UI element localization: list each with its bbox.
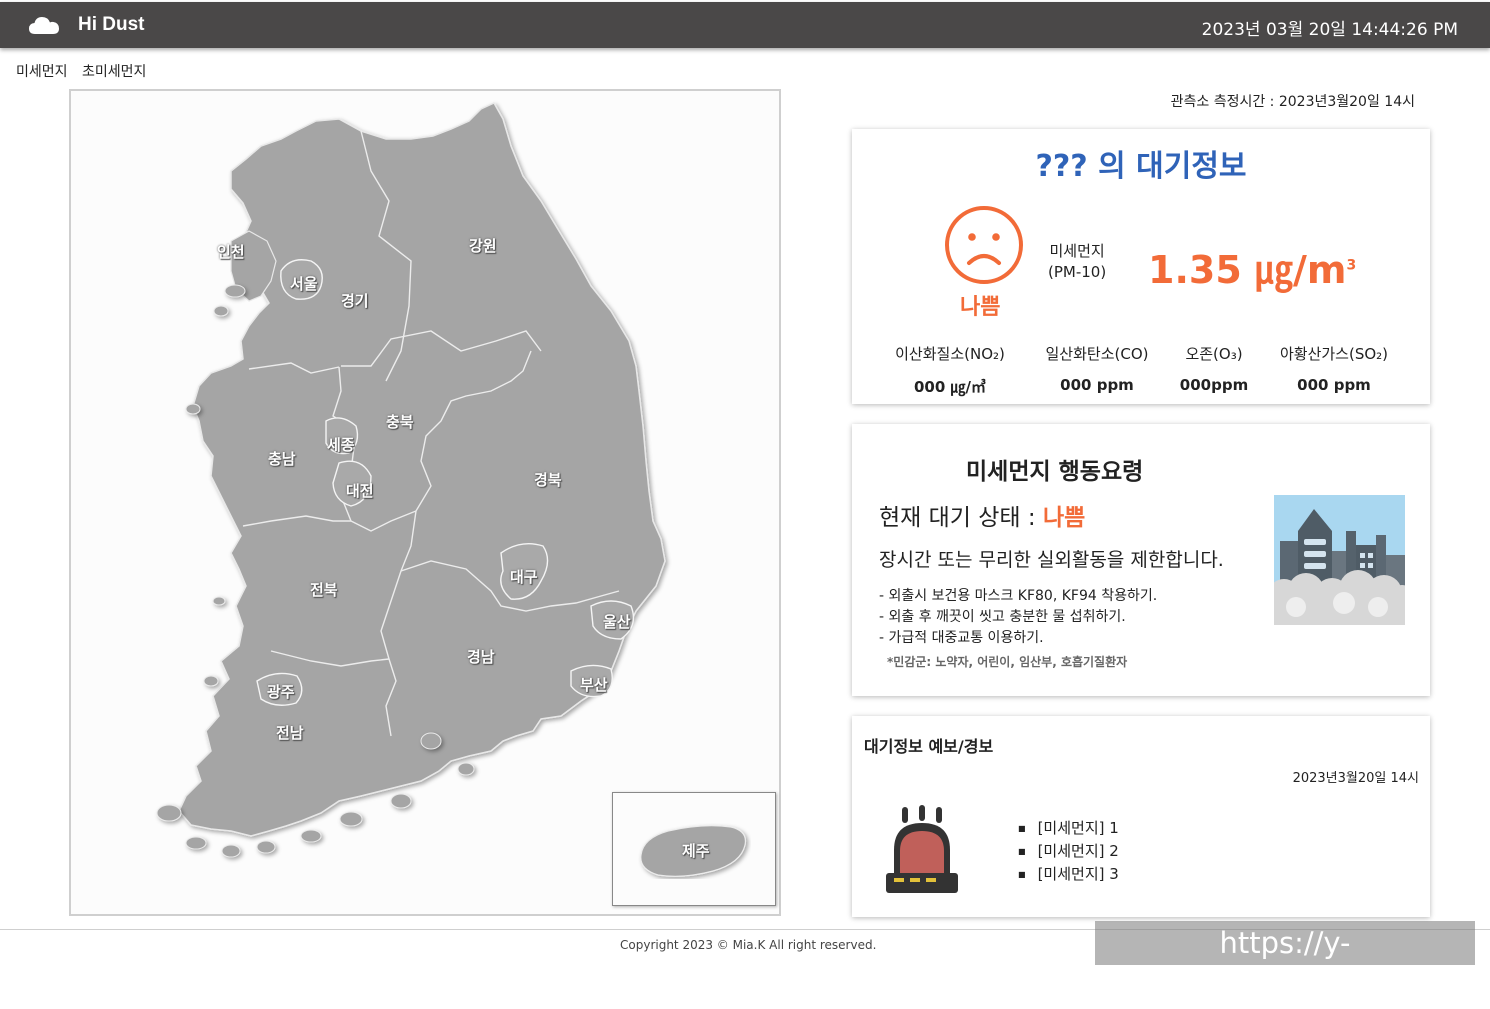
- pm10-label-line1: 미세먼지: [1049, 242, 1105, 260]
- gas-value: 000 ppm: [1297, 376, 1371, 394]
- gas-co: 일산화탄소(CO) 000 ppm: [1036, 343, 1158, 394]
- pm10-value: 1.35 ㎍/m3: [1148, 239, 1356, 294]
- guide-tip: - 외출시 보건용 마스크 KF80, KF94 착용하기.: [879, 588, 1158, 604]
- region-label-gwangju[interactable]: 광주: [267, 681, 295, 702]
- air-status-label: 나쁨: [960, 295, 1001, 320]
- current-datetime: 2023년 03월 20일 14:44:26 PM: [1201, 20, 1458, 40]
- region-label-incheon[interactable]: 인천: [217, 241, 245, 262]
- region-label-jeju[interactable]: 제주: [682, 840, 710, 861]
- air-quality-card: ??? 의 대기정보 나쁨 미세먼지 (PM-10) 1.35 ㎍/m3 이산화…: [852, 129, 1430, 404]
- region-label-sejong[interactable]: 세종: [327, 434, 355, 455]
- region-label-ulsan[interactable]: 울산: [603, 611, 631, 632]
- pm10-label: 미세먼지 (PM-10): [1048, 241, 1106, 283]
- guide-advice: 장시간 또는 무리한 실외활동을 제한합니다.: [879, 549, 1224, 571]
- region-label-chungnam[interactable]: 충남: [268, 448, 296, 469]
- air-quality-title: ??? 의 대기정보: [1035, 149, 1247, 184]
- region-label-chungbuk[interactable]: 충북: [386, 411, 414, 432]
- smog-city-icon: [1274, 495, 1405, 625]
- forecast-date: 2023년3월20일 14시: [1292, 771, 1419, 786]
- pm10-value-text: 1.35 ㎍/m: [1148, 248, 1347, 292]
- forecast-item: [미세먼지] 1: [1018, 818, 1119, 841]
- region-label-gyeongnam[interactable]: 경남: [467, 646, 495, 667]
- guide-title: 미세먼지 행동요령: [966, 459, 1144, 485]
- region-label-gangwon[interactable]: 강원: [469, 235, 497, 256]
- region-label-busan[interactable]: 부산: [580, 674, 608, 695]
- guide-tip: - 가급적 대중교통 이용하기.: [879, 630, 1044, 646]
- action-guide-card: 미세먼지 행동요령 현재 대기 상태 : 나쁨 장시간 또는 무리한 실외활동을…: [852, 424, 1430, 696]
- gas-value: 000 ㎍/㎥: [913, 378, 986, 396]
- observation-time: 관측소 측정시간 : 2023년3월20일 14시: [1170, 94, 1415, 110]
- brand-title[interactable]: Hi Dust: [78, 14, 145, 36]
- current-state: 현재 대기 상태 : 나쁨: [879, 498, 1085, 532]
- watermark-overlay: https://y-seon97.tistory.com: [1095, 921, 1475, 1004]
- gas-name: 일산화탄소(CO): [1045, 345, 1149, 363]
- region-label-gyeongbuk[interactable]: 경북: [534, 469, 562, 490]
- region-label-seoul[interactable]: 서울: [290, 273, 318, 294]
- dust-type-tabs: 미세먼지 초미세먼지: [16, 61, 156, 81]
- cloud-icon: [29, 17, 59, 34]
- copyright-text: Copyright 2023 © Mia.K All right reserve…: [620, 938, 877, 952]
- region-label-daegu[interactable]: 대구: [510, 566, 538, 587]
- forecast-item: [미세먼지] 2: [1018, 841, 1119, 864]
- gas-name: 이산화질소(NO₂): [895, 345, 1005, 363]
- forecast-title: 대기정보 예보/경보: [864, 737, 994, 756]
- region-label-gyeonggi[interactable]: 경기: [341, 290, 369, 311]
- tab-ultrafine-dust[interactable]: 초미세먼지: [82, 64, 146, 80]
- mainland-shape: [178, 102, 666, 837]
- region-label-jeonbuk[interactable]: 전북: [310, 579, 338, 600]
- forecast-list: [미세먼지] 1 [미세먼지] 2 [미세먼지] 3: [1018, 818, 1119, 887]
- current-state-prefix: 현재 대기 상태 :: [879, 505, 1043, 531]
- guide-tips: - 외출시 보건용 마스크 KF80, KF94 착용하기. - 외출 후 깨끗…: [879, 586, 1157, 649]
- region-label-daejeon[interactable]: 대전: [346, 480, 374, 501]
- korea-map: 인천 서울 경기 강원 충북 세종 충남 대전 경북 대구 전북 울산 경남 부…: [69, 89, 781, 916]
- forecast-card: 대기정보 예보/경보 2023년3월20일 14시 [미세먼지] 1 [미세먼지…: [852, 716, 1430, 917]
- gas-so2: 아황산가스(SO₂) 000 ppm: [1270, 343, 1398, 394]
- current-state-value: 나쁨: [1042, 505, 1086, 531]
- gas-name: 오존(O₃): [1185, 345, 1243, 363]
- gas-value: 000 ppm: [1060, 376, 1134, 394]
- region-label-jeonnam[interactable]: 전남: [276, 722, 304, 743]
- siren-icon: [886, 805, 958, 893]
- guide-tip: - 외출 후 깨끗이 씻고 충분한 물 섭취하기.: [879, 609, 1126, 625]
- sensitive-group-note: *민감군: 노약자, 어린이, 임산부, 호흡기질환자: [887, 655, 1128, 669]
- sad-face-icon: [945, 206, 1023, 284]
- top-bar: Hi Dust 2023년 03월 20일 14:44:26 PM: [0, 2, 1490, 48]
- forecast-item: [미세먼지] 3: [1018, 864, 1119, 887]
- pm10-label-line2: (PM-10): [1048, 263, 1107, 281]
- gas-name: 아황산가스(SO₂): [1279, 345, 1389, 363]
- tab-fine-dust[interactable]: 미세먼지: [16, 64, 68, 80]
- korea-map-svg: [156, 102, 666, 858]
- gas-no2: 이산화질소(NO₂) 000 ㎍/㎥: [887, 343, 1013, 397]
- gas-value: 000ppm: [1179, 376, 1249, 394]
- gas-o3: 오존(O₃) 000ppm: [1174, 343, 1254, 394]
- pm10-unit-sup: 3: [1346, 257, 1357, 274]
